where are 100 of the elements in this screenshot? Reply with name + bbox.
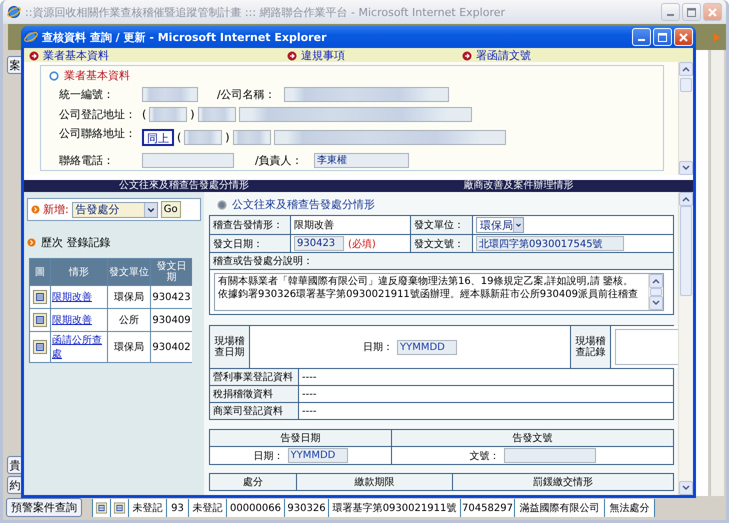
scroll-up-button[interactable] <box>679 192 693 206</box>
scroll-down-button[interactable] <box>679 161 693 175</box>
date-field[interactable]: YYMMDD <box>397 340 457 354</box>
scrollbar[interactable] <box>678 192 693 495</box>
table-cell: 公所 <box>108 309 150 331</box>
field-label: 稽查或告發處分說明： <box>210 253 673 269</box>
field-label: 日期： <box>254 450 284 462</box>
caret-icon <box>513 218 523 232</box>
blurred-field[interactable] <box>284 87 449 102</box>
column-header: 發文單位 <box>108 259 150 285</box>
maximize-icon <box>658 32 667 42</box>
blurred-field[interactable] <box>184 130 222 146</box>
maximize-button[interactable] <box>682 3 701 21</box>
scroll-up-button[interactable] <box>649 274 663 288</box>
field-label: 公司登記地址： <box>59 107 137 122</box>
blurred-field[interactable] <box>149 107 188 122</box>
field-label: 日期： <box>363 340 393 354</box>
blurred-field[interactable] <box>274 130 506 146</box>
field-label: 文號： <box>470 450 500 462</box>
table-cell: 930326 <box>285 499 329 517</box>
description-field[interactable]: 有關本縣業者「韓華國際有限公司」違反廢棄物理法第16、19條規定乙案,詳如說明,請 鑒核。 依據鈞署930326環署基字第0930021911號函辦理。經本縣新莊市公所930409派員前往稽查 <box>214 273 664 311</box>
minimize-icon <box>667 14 674 16</box>
bracket-text: ( <box>142 108 146 121</box>
scrollbar[interactable] <box>710 50 724 496</box>
table-cell: 00000066 <box>227 499 285 517</box>
bullet-icon <box>27 238 36 247</box>
required-note: (必填) <box>348 238 376 250</box>
go-button[interactable]: Go <box>160 201 181 218</box>
nav-link[interactable]: 業者基本資料 <box>24 48 282 63</box>
field-label: /負責人： <box>255 152 304 168</box>
window-title: 查核資料 查詢 / 更新 - Microsoft Internet Explorer <box>42 30 328 44</box>
column-header: 告發文號 <box>392 430 673 446</box>
history-heading: 歷次 登錄記錄 <box>41 235 110 250</box>
browser-logo-icon <box>7 5 21 19</box>
query-button[interactable]: 預警案件查詢 <box>6 498 82 517</box>
scroll-thumb[interactable] <box>680 78 692 92</box>
close-icon <box>708 8 717 16</box>
minimize-button[interactable] <box>661 3 680 21</box>
column-header: 圖 <box>30 259 50 285</box>
table-cell: 環保局 <box>108 286 150 308</box>
section-heading: 業者基本資料 <box>64 68 130 83</box>
notice-number-field[interactable] <box>504 448 596 463</box>
table-cell: 930409 <box>151 309 192 331</box>
bracket-text: ) <box>225 131 230 144</box>
section-title: 公文往來及稽查告發處分情形 <box>118 180 250 192</box>
scroll-thumb[interactable] <box>680 206 692 296</box>
bracket-text: ( <box>177 131 182 144</box>
field-label: 商業司登記資料 <box>210 403 298 419</box>
phone-field[interactable] <box>142 152 234 168</box>
date-field[interactable]: YYMMDD <box>288 448 348 463</box>
table-cell: 未登記 <box>189 499 227 517</box>
field-value: ---- <box>302 372 316 382</box>
scroll-thumb[interactable] <box>650 288 662 296</box>
document-number-field[interactable]: 北環四字第0930017545號 <box>476 236 624 251</box>
blurred-field[interactable] <box>142 87 198 102</box>
scroll-up-button[interactable] <box>679 62 693 76</box>
document-icon[interactable] <box>33 313 47 327</box>
bracket-text: ) <box>190 108 195 121</box>
table-cell: 環署基字第0930021911號 <box>329 499 461 517</box>
document-icon[interactable] <box>96 501 107 515</box>
blurred-field[interactable] <box>232 130 271 146</box>
owner-field[interactable]: 李東權 <box>314 152 409 168</box>
right-arrow-icon <box>714 32 720 42</box>
document-icon[interactable] <box>33 290 47 304</box>
caret-icon <box>144 202 157 216</box>
nav-link[interactable]: 違規事項 <box>282 48 457 63</box>
table-cell: 930402 <box>151 332 192 362</box>
blurred-field[interactable] <box>238 107 472 122</box>
scroll-down-button[interactable] <box>649 296 663 310</box>
nav-link[interactable]: 署函請文號 <box>457 48 678 63</box>
field-label: /公司名稱： <box>217 87 277 102</box>
minimize-icon <box>638 39 645 41</box>
browser-logo-icon <box>24 30 38 44</box>
blurred-field[interactable] <box>198 107 236 122</box>
column-header: 告發日期 <box>210 430 391 446</box>
field-value: ---- <box>302 406 316 416</box>
table-cell: 無法處分 <box>605 499 655 517</box>
history-link[interactable]: 函請公所查處 <box>51 332 107 362</box>
date-field[interactable]: 930423 <box>294 236 344 251</box>
type-select[interactable]: 告發處分 <box>72 202 158 218</box>
column-header: 處分 <box>210 474 296 490</box>
ring-icon <box>49 70 59 80</box>
scroll-down-button[interactable] <box>679 481 693 495</box>
section-title: 廠商改善及案件辦理情形 <box>462 180 574 192</box>
bullet-icon <box>31 205 40 214</box>
add-label: 新增: <box>43 202 69 217</box>
unit-select[interactable]: 環保局 <box>476 217 524 233</box>
document-icon[interactable] <box>114 501 125 515</box>
same-as-above-button[interactable]: 同上 <box>142 129 174 146</box>
situation-text: 限期改善 <box>294 218 334 232</box>
close-button[interactable] <box>703 3 722 21</box>
scrollbar[interactable] <box>648 274 663 310</box>
field-label: 營利事業登記資料 <box>210 369 298 385</box>
document-icon[interactable] <box>33 340 47 354</box>
description-paragraph: 依據鈞署930326環署基字第0930021911號函辦理。經本縣新莊市公所930409派員前往稽查 <box>218 288 639 301</box>
scrollbar[interactable] <box>678 62 693 175</box>
section-heading: 公文往來及稽查告發處分情形 <box>232 197 375 212</box>
window-title: ::資源回收相關作業查核稽催暨追蹤管制計畫 ::: 網路聯合作業平台 - Microsoft Internet Explorer <box>25 4 506 20</box>
table-cell: 70458297 <box>461 499 515 517</box>
table-cell: 未登記 <box>129 499 167 517</box>
